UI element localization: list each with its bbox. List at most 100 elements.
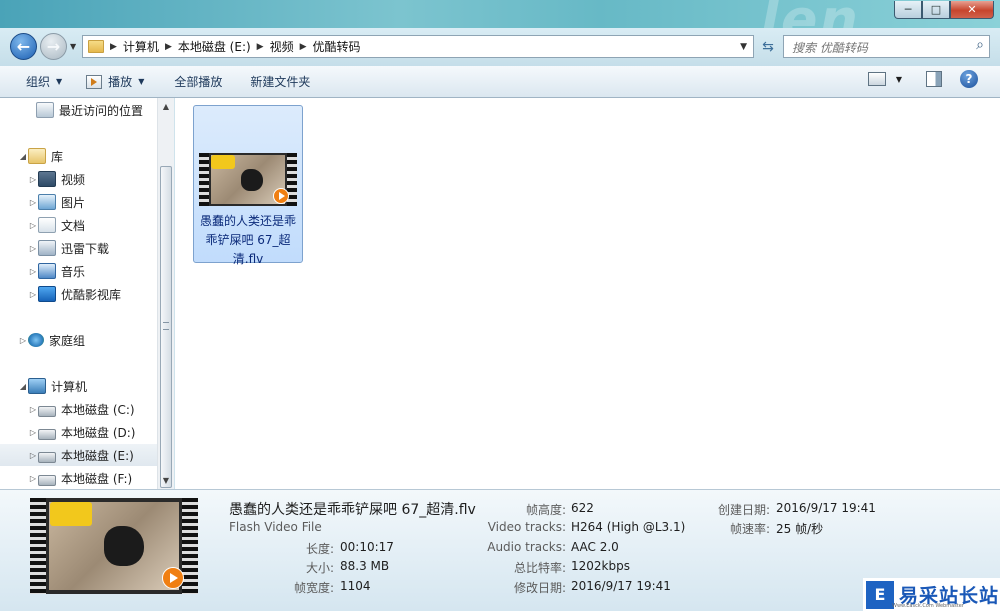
frame-width-value[interactable]: 1104 — [340, 579, 371, 593]
homegroup-icon — [28, 333, 44, 347]
sidebar-item-label: 最近访问的位置 — [59, 103, 144, 118]
collapsed-arrow-icon[interactable]: ▷ — [0, 451, 38, 460]
play-all-button[interactable]: 全部播放 — [166, 70, 230, 94]
sidebar-item-label: 本地磁盘 (E:) — [61, 448, 134, 463]
collapsed-arrow-icon[interactable]: ▷ — [0, 428, 38, 437]
frame-height-value[interactable]: 622 — [571, 501, 594, 515]
watermark-logo-icon: E — [866, 580, 894, 609]
sidebar-item-label: 计算机 — [51, 379, 88, 394]
pictures-icon — [38, 194, 56, 210]
sidebar-item-drive-f[interactable]: ▷ 本地磁盘 (F:) — [0, 467, 157, 489]
file-item[interactable]: 愚蠢的人类还是乖乖铲屎吧 67_超清.flv — [193, 105, 303, 266]
minimize-button[interactable]: ─ — [894, 1, 922, 19]
video-tracks-value[interactable]: H264 (High @L3.1) — [571, 520, 685, 534]
recent-pages-dropdown[interactable]: ▼ — [70, 42, 76, 51]
filmstrip-left-icon — [199, 153, 209, 206]
search-input[interactable] — [790, 37, 964, 58]
play-menu[interactable]: 播放 ▼ — [78, 70, 152, 94]
expanded-arrow-icon[interactable]: ◢ — [0, 152, 28, 161]
scrollbar-thumb[interactable] — [160, 166, 172, 488]
watermark-subtext: Www.Easck.Com Webmaster — [892, 603, 964, 609]
back-button[interactable]: ← — [10, 33, 37, 60]
sidebar-item-music[interactable]: ▷ 音乐 — [0, 260, 157, 282]
sidebar-item-youku-library[interactable]: ▷ 优酷影视库 — [0, 283, 157, 305]
sidebar-item-xunlei-downloads[interactable]: ▷ 迅雷下载 — [0, 237, 157, 259]
cat-image — [241, 169, 263, 191]
help-icon[interactable]: ? — [960, 70, 978, 88]
window-controls: ─ □ ✕ — [894, 1, 994, 19]
breadcrumb-computer[interactable]: 计算机 — [123, 38, 159, 55]
sidebar-item-drive-e[interactable]: ▷ 本地磁盘 (E:) — [0, 444, 157, 466]
collapsed-arrow-icon[interactable]: ▷ — [0, 244, 38, 253]
address-history-dropdown[interactable]: ▼ — [740, 42, 747, 52]
sidebar-item-documents[interactable]: ▷ 文档 — [0, 214, 157, 236]
preview-pane-icon[interactable] — [926, 71, 942, 87]
title-bar[interactable]: len ─ □ ✕ — [0, 0, 1000, 51]
file-list-area[interactable]: 愚蠢的人类还是乖乖铲屎吧 67_超清.flv — [175, 98, 1000, 489]
expanded-arrow-icon[interactable]: ◢ — [0, 382, 28, 391]
new-folder-button[interactable]: 新建文件夹 — [242, 70, 318, 94]
chevron-down-icon[interactable]: ▼ — [896, 75, 902, 84]
details-file-name: 愚蠢的人类还是乖乖铲屎吧 67_超清.flv — [229, 502, 476, 518]
close-button[interactable]: ✕ — [950, 1, 994, 19]
address-bar[interactable]: ▶ 计算机 ▶ 本地磁盘 (E:) ▶ 视频 ▶ 优酷转码 ▼ — [82, 35, 754, 58]
organize-menu[interactable]: 组织 ▼ — [18, 70, 70, 94]
sidebar-item-label: 优酷影视库 — [61, 287, 122, 302]
bitrate-value[interactable]: 1202kbps — [571, 559, 630, 573]
frame-rate-value[interactable]: 25 帧/秒 — [776, 520, 823, 537]
details-thumbnail — [30, 498, 198, 594]
sidebar-item-label: 视频 — [61, 172, 86, 187]
size-value[interactable]: 88.3 MB — [340, 559, 389, 573]
refresh-icon[interactable]: ⇆ — [758, 37, 778, 57]
scroll-up-arrow-icon[interactable]: ▲ — [158, 98, 174, 115]
collapsed-arrow-icon[interactable]: ▷ — [0, 474, 38, 483]
details-file-type: Flash Video File — [229, 520, 322, 534]
length-value[interactable]: 00:10:17 — [340, 540, 394, 554]
maximize-button[interactable]: □ — [922, 1, 950, 19]
chevron-down-icon: ▼ — [56, 77, 63, 86]
breadcrumb-videos[interactable]: 视频 — [270, 38, 294, 55]
frame-height-label: 帧高度: — [525, 503, 566, 517]
chevron-right-icon[interactable]: ▶ — [300, 42, 307, 52]
media-player-icon — [86, 74, 103, 89]
collapsed-arrow-icon[interactable]: ▷ — [0, 405, 38, 414]
video-tracks-label: Video tracks: — [487, 520, 566, 534]
organize-label: 组织 — [26, 75, 51, 89]
collapsed-arrow-icon[interactable]: ▷ — [0, 175, 38, 184]
videos-icon — [38, 171, 56, 187]
drive-icon — [38, 451, 56, 463]
sidebar-item-recent-places[interactable]: 最近访问的位置 — [0, 99, 157, 121]
search-icon[interactable]: ⌕ — [976, 37, 984, 53]
search-box[interactable]: ⌕ — [783, 35, 990, 58]
sidebar-item-homegroup[interactable]: ▷ 家庭组 — [0, 329, 157, 351]
audio-tracks-value[interactable]: AAC 2.0 — [571, 540, 619, 554]
breadcrumb-drive-e[interactable]: 本地磁盘 (E:) — [178, 38, 251, 55]
collapsed-arrow-icon[interactable]: ▷ — [0, 290, 38, 299]
sidebar-item-videos[interactable]: ▷ 视频 — [0, 168, 157, 190]
navigation-scrollbar[interactable]: ▲ ▼ — [157, 98, 174, 489]
cat-image — [104, 526, 144, 566]
sidebar-item-drive-d[interactable]: ▷ 本地磁盘 (D:) — [0, 421, 157, 443]
sidebar-item-label: 家庭组 — [49, 333, 86, 348]
sidebar-item-pictures[interactable]: ▷ 图片 — [0, 191, 157, 213]
chevron-right-icon[interactable]: ▶ — [257, 42, 264, 52]
collapsed-arrow-icon[interactable]: ▷ — [0, 267, 38, 276]
forward-button[interactable]: → — [40, 33, 67, 60]
chevron-right-icon[interactable]: ▶ — [110, 42, 117, 52]
change-view-icon[interactable] — [867, 72, 886, 86]
collapsed-arrow-icon[interactable]: ▷ — [0, 221, 38, 230]
created-date-value[interactable]: 2016/9/17 19:41 — [776, 501, 876, 515]
sidebar-item-drive-c[interactable]: ▷ 本地磁盘 (C:) — [0, 398, 157, 420]
sidebar-item-libraries[interactable]: ◢ 库 — [0, 145, 157, 167]
sidebar-item-label: 本地磁盘 (D:) — [61, 425, 136, 440]
navigation-pane: 最近访问的位置 ◢ 库 ▷ 视频 ▷ 图片 ▷ 文档 ▷ 迅雷下载 ▷ 音乐 ▷ 优酷影视库 … — [0, 98, 158, 489]
collapsed-arrow-icon[interactable]: ▷ — [0, 198, 38, 207]
breadcrumb-youku-transcode[interactable]: 优酷转码 — [313, 38, 361, 55]
collapsed-arrow-icon[interactable]: ▷ — [0, 336, 28, 345]
modified-date-value[interactable]: 2016/9/17 19:41 — [571, 579, 671, 593]
chevron-right-icon[interactable]: ▶ — [165, 42, 172, 52]
sidebar-item-computer[interactable]: ◢ 计算机 — [0, 375, 157, 397]
scroll-down-arrow-icon[interactable]: ▼ — [158, 472, 174, 489]
chevron-down-icon: ▼ — [138, 77, 145, 86]
frame-rate-label: 帧速率: — [729, 522, 770, 536]
